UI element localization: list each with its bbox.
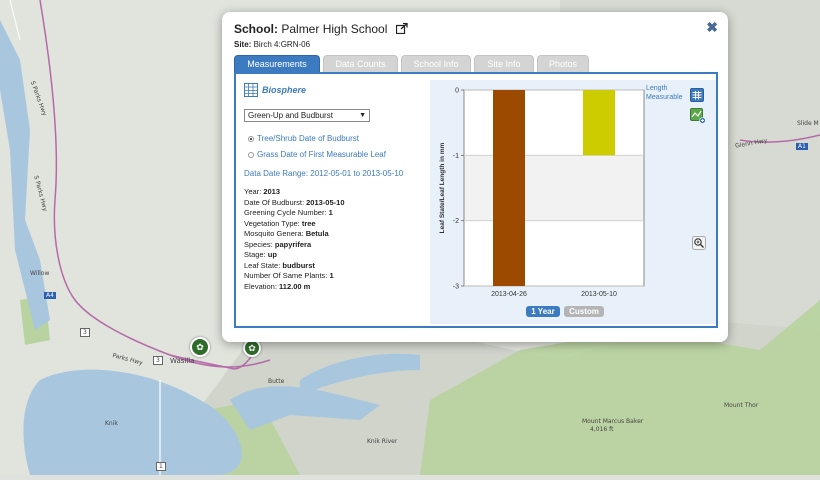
chart-panel: 0 -1 -2 -3 2013-04-26 2013-05-10 Leaf State/Le… xyxy=(430,80,716,324)
protocol-select-value: Green-Up and Budburst xyxy=(248,111,333,120)
map-label-wasilla: Wasilla xyxy=(170,357,195,365)
bar-chart: 0 -1 -2 -3 2013-04-26 2013-05-10 Leaf State/Le… xyxy=(439,88,645,298)
table-view-icon[interactable] xyxy=(690,88,704,102)
tab-measurements[interactable]: Measurements xyxy=(234,55,320,72)
detail-value: 1 xyxy=(329,271,334,280)
date-range-label: Data Date Range: xyxy=(244,169,309,178)
detail-value: papyrifera xyxy=(274,239,312,249)
x-tick-label: 2013-05-10 xyxy=(581,291,617,298)
detail-row: Mosquito Genera: Betula xyxy=(244,229,345,240)
highway-shield-a4: A4 xyxy=(44,292,56,299)
date-range-value: 2012-05-01 to 2013-05-10 xyxy=(310,169,404,178)
y-tick-label: -3 xyxy=(453,284,459,291)
detail-value: budburst xyxy=(282,260,315,270)
map-label-mount-marcus-baker: Mount Marcus Baker xyxy=(582,418,644,425)
data-table-icon xyxy=(244,83,258,97)
detail-row: Leaf State: budburst xyxy=(244,261,345,272)
chart-view-icon[interactable] xyxy=(690,108,706,124)
measurements-panel: Biosphere Green-Up and Budburst ▼ Tree/S… xyxy=(234,72,718,328)
radio-button-checked[interactable] xyxy=(248,135,254,142)
grid-band xyxy=(464,155,644,221)
custom-button[interactable]: Custom xyxy=(564,306,604,317)
detail-label: Species: xyxy=(244,239,273,249)
detail-row: Date Of Budburst: 2013-05-10 xyxy=(244,198,345,209)
site-label: Site: xyxy=(234,40,252,49)
map-label-willow: Willow xyxy=(30,270,50,277)
legend-measurable: Measurable xyxy=(646,94,683,101)
detail-label: Year: xyxy=(244,187,262,196)
x-tick-label: 2013-04-26 xyxy=(491,291,527,298)
measurement-details: Year: 2013 Date Of Budburst: 2013-05-10 Gr… xyxy=(244,187,345,292)
one-year-button[interactable]: 1 Year xyxy=(526,306,560,317)
detail-value: 2013-05-10 xyxy=(306,197,345,207)
detail-row: Number Of Same Plants: 1 xyxy=(244,271,345,282)
y-tick-label: -2 xyxy=(453,218,459,225)
detail-label: Mosquito Genera: xyxy=(244,229,304,238)
school-label: School: xyxy=(234,22,278,36)
detail-value: 112.00 m xyxy=(279,281,311,291)
map-label-mount-marcus-baker-elev: 4,016 ft xyxy=(590,426,614,433)
bar xyxy=(583,90,615,156)
school-name: Palmer High School xyxy=(281,22,388,36)
radio-grass-label: Grass Date of First Measurable Leaf xyxy=(257,150,386,159)
map-label-butte: Butte xyxy=(268,378,285,385)
detail-value: Betula xyxy=(305,229,329,238)
detail-row: Stage: up xyxy=(244,250,345,261)
detail-row: Vegetation Type: tree xyxy=(244,219,345,230)
detail-label: Leaf State: xyxy=(244,260,281,270)
map-label-knik: Knik xyxy=(105,420,118,427)
zoom-in-icon[interactable] xyxy=(692,236,706,250)
protocol-select[interactable]: Green-Up and Budburst ▼ xyxy=(244,109,370,122)
map-label-knik-river: Knik River xyxy=(367,438,398,445)
highway-shield-1: 1 xyxy=(156,462,166,471)
highway-shield-3b: 3 xyxy=(153,356,163,365)
highway-shield-3: 3 xyxy=(80,328,90,337)
bar xyxy=(493,90,525,286)
detail-label: Vegetation Type: xyxy=(244,218,300,228)
site-info-popup: School: Palmer High School Site: Birch 4… xyxy=(222,12,728,342)
detail-row: Species: papyrifera xyxy=(244,240,345,251)
highway-shield-a1: A1 xyxy=(796,143,808,150)
external-link-icon[interactable] xyxy=(395,22,408,37)
site-marker-wasilla[interactable]: ✿ xyxy=(190,337,210,357)
tab-data-counts[interactable]: Data Counts xyxy=(323,55,398,72)
y-tick-label: -1 xyxy=(453,153,459,160)
detail-row: Greening Cycle Number: 1 xyxy=(244,208,345,219)
site-line: Site: Birch 4:GRN-06 xyxy=(234,40,310,49)
site-value: Birch 4:GRN-06 xyxy=(253,40,311,49)
tab-site-info[interactable]: Site Info xyxy=(474,55,534,72)
detail-label: Greening Cycle Number: xyxy=(244,208,327,217)
tab-photos[interactable]: Photos xyxy=(537,55,589,72)
detail-value: 2013 xyxy=(263,187,281,196)
date-range: Data Date Range: 2012-05-01 to 2013-05-1… xyxy=(244,169,403,178)
detail-row: Elevation: 112.00 m xyxy=(244,282,345,293)
y-tick-label: 0 xyxy=(455,88,459,95)
detail-label: Date Of Budburst: xyxy=(244,197,305,207)
close-icon[interactable]: ✖ xyxy=(706,19,718,36)
protocol-group-header: Biosphere xyxy=(244,83,306,97)
chevron-down-icon: ▼ xyxy=(359,112,366,119)
radio-grass[interactable]: Grass Date of First Measurable Leaf xyxy=(248,150,386,159)
y-axis-label: Leaf State/Leaf Length in mm xyxy=(439,142,446,233)
map-label-mount-thor: Mount Thor xyxy=(724,402,759,409)
school-line: School: Palmer High School xyxy=(234,22,408,37)
legend-length: Length xyxy=(646,85,668,92)
map-label-slide-m: Slide M xyxy=(797,120,819,127)
detail-label: Stage: xyxy=(244,250,266,259)
detail-value: up xyxy=(267,250,277,259)
detail-value: 1 xyxy=(328,208,333,217)
tab-bar: Measurements Data Counts School Info Sit… xyxy=(234,55,589,72)
radio-tree-shrub-label: Tree/Shrub Date of Budburst xyxy=(257,134,359,143)
radio-tree-shrub[interactable]: Tree/Shrub Date of Budburst xyxy=(248,134,359,143)
detail-label: Number Of Same Plants: xyxy=(244,271,328,280)
tab-school-info[interactable]: School Info xyxy=(401,55,471,72)
protocol-group-title: Biosphere xyxy=(262,85,307,95)
radio-button-unchecked[interactable] xyxy=(248,151,254,158)
detail-row: Year: 2013 xyxy=(244,187,345,198)
detail-label: Elevation: xyxy=(244,281,277,291)
detail-value: tree xyxy=(301,218,316,228)
